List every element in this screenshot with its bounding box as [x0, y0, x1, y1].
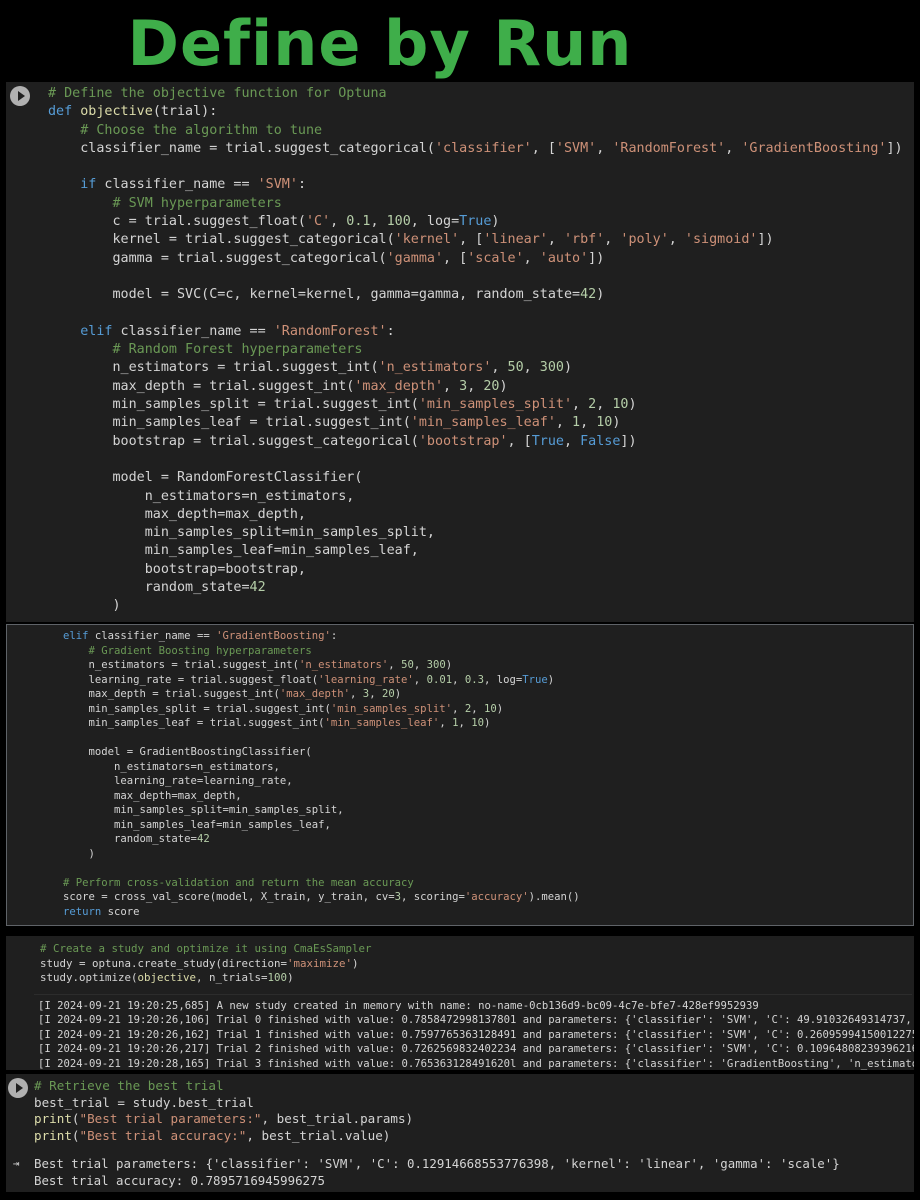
code-cell-objective[interactable]: # Define the objective function for Optu… [6, 82, 914, 622]
code-cell-study[interactable]: # Create a study and optimize it using C… [6, 936, 914, 1070]
code-block[interactable]: # Retrieve the best trial best_trial = s… [34, 1078, 413, 1144]
output-arrow-icon[interactable]: ⇥ [8, 1156, 24, 1172]
code-cell-best-trial[interactable]: # Retrieve the best trial best_trial = s… [6, 1074, 914, 1192]
code-block[interactable]: elif classifier_name == 'GradientBoostin… [63, 629, 580, 919]
code-block[interactable]: # Create a study and optimize it using C… [40, 942, 372, 986]
code-block[interactable]: # Define the objective function for Optu… [48, 85, 903, 616]
play-circle-icon[interactable] [8, 1078, 28, 1098]
output-text: Best trial parameters: {'classifier': 'S… [34, 1156, 840, 1188]
code-cell-gradient-boosting[interactable]: elif classifier_name == 'GradientBoostin… [6, 624, 914, 926]
cell-output: [I 2024-09-21 19:20:25,685] A new study … [34, 994, 914, 1070]
play-circle-icon[interactable] [10, 86, 30, 106]
page-title: Define by Run [127, 7, 633, 80]
output-text: [I 2024-09-21 19:20:25,685] A new study … [38, 1000, 914, 1070]
